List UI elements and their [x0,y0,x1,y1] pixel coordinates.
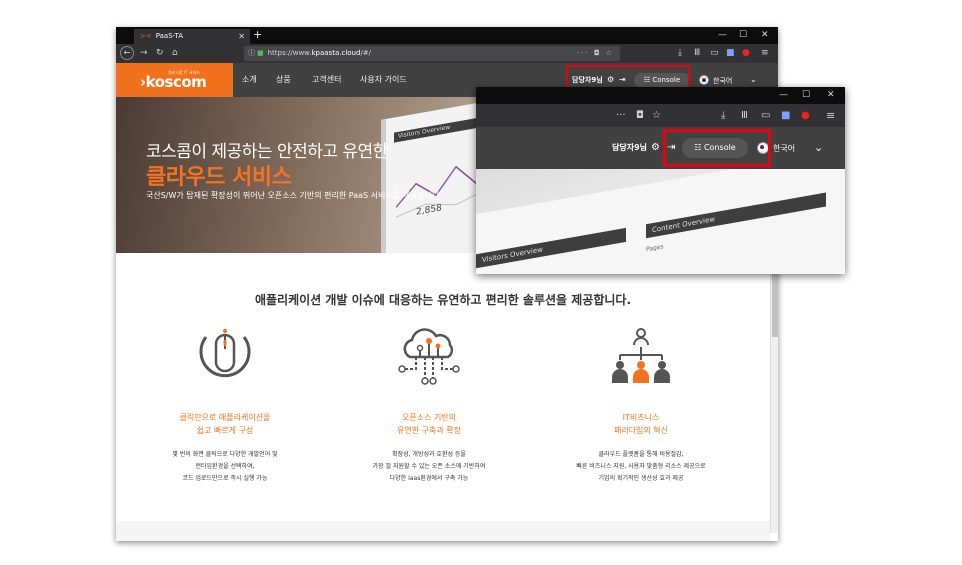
url-prefix: https://www. [267,49,312,57]
language-selector[interactable]: 한국어 [713,76,732,86]
feature-title-line2: 쉽고 빠르게 구성 [196,426,254,435]
feature-desc-line: 런타임환경을 선택하여, [195,463,255,470]
nav-item-support[interactable]: 고객센터 [312,63,341,97]
back-icon[interactable]: ← [120,46,134,60]
mouse-icon [199,329,251,378]
inset-page-actions-icon[interactable]: ··· [616,106,626,125]
inset-adblock-icon[interactable]: ● [801,106,810,125]
feature-desc-line: 몇 번의 화면 클릭으로 다양한 개발언어 및 [172,451,278,458]
inset-user-name[interactable]: 담당자9님 [612,127,647,169]
url-path: /#/ [360,49,372,57]
inset-chevron-down-icon[interactable]: ⌄ [814,127,823,169]
feature-desc-line: 클라우드 플랫폼을 통해 비용절감, [598,451,684,458]
sidebar-icon[interactable]: ▭ [710,44,719,63]
section-tagline: 애플리케이션 개발 이슈에 대응하는 유연하고 편리한 솔루션을 제공합니다. [254,293,632,307]
forward-icon[interactable]: → [140,44,148,63]
feature-desc-line: 다양한 Iaas환경에서 구축 가능 [389,475,469,482]
feature-open-source: 오픈소스 기반의유연한 구축과 확장 확장성, 개방성과 호환성 등을가장 잘 … [320,327,538,485]
menu-icon[interactable]: ≡ [761,44,769,63]
adblock-icon[interactable]: ● [742,44,750,63]
feature-title-line2: 패러다임의 혁신 [613,426,669,435]
feature-desc-line: 빠른 비즈니스 지원, 사용자 맞춤형 리소스 제공으로 [576,463,706,470]
page-actions-icon[interactable]: ··· [577,49,590,57]
inset-site-header: 담당자9님 ⚙ ⇥ ☷ Console 한국어 ⌄ [476,127,845,169]
feature-desc-line: 코드 업로드만으로 즉시 실행 가능 [182,475,268,482]
feature-desc-line: 확장성, 개방성과 호환성 등을 [392,451,466,458]
business-hierarchy-icon [612,328,670,383]
tab-title: PaaS-TA [155,32,184,40]
downloads-icon[interactable]: ⤓ [678,44,682,63]
inset-pocket-icon[interactable]: ◘ [636,106,644,125]
feature-desc-line: 기업의 획기적인 생산성 효과 제공 [598,475,684,482]
nav-item-about[interactable]: 소개 [242,63,257,97]
page-footer-strip [116,521,770,541]
inset-screen-pages-label: Pages [646,243,664,254]
inset-bookmark-star-icon[interactable]: ☆ [652,106,661,125]
inset-sidebar-icon[interactable]: ▭ [761,106,770,125]
hero-subtext: 국산S/W가 탑재된 확장성이 뛰어난 오픈소스 기반의 편리한 PaaS 서비… [146,191,440,200]
feature-title-line1: 오픈소스 기반의 [401,413,457,422]
new-tab-icon[interactable]: + [253,28,262,41]
page-scrollbar[interactable] [770,253,778,533]
paas-favicon-icon: >< [140,32,152,40]
url-bar[interactable]: ⓘ ■ https://www.kpaasta.cloud/#/ ··· ◘ ☆ [244,46,620,61]
inset-title-bar: — ☐ ✕ [476,87,845,104]
info-icon[interactable]: ⓘ [248,49,255,57]
reload-icon[interactable]: ↻ [156,44,164,63]
inset-screen-label: Content Overview [646,192,826,239]
logo-text: ›koscom [140,73,207,91]
library-icon[interactable]: Ⅲ [694,44,700,63]
inset-maximize-icon[interactable]: ☐ [802,87,810,104]
nav-item-products[interactable]: 상품 [276,63,291,97]
inset-menu-icon[interactable]: ≡ [826,106,835,125]
inset-language-selector[interactable]: 한국어 [773,143,795,154]
tab-close-icon[interactable]: ✕ [238,29,245,44]
lock-icon: ■ [257,49,264,57]
inset-toolbar: ··· ◘ ☆ ⤓ Ⅲ ▭ ■ ● ≡ [476,104,845,127]
url-host: kpaasta.cloud [311,49,361,57]
inset-close-icon[interactable]: ✕ [827,87,835,104]
hero-title: 클라우드 서비스 [146,165,292,190]
inset-extension-icon[interactable]: ■ [781,106,790,125]
inset-downloads-icon[interactable]: ⤓ [721,106,725,125]
bookmark-star-icon[interactable]: ☆ [606,49,614,57]
browser-tab[interactable]: >< PaaS-TA ✕ [134,29,250,44]
home-icon[interactable]: ⌂ [172,44,178,63]
feature-desc-line: 가장 잘 지원할 수 있는 오픈 소스에 기반하여 [372,463,486,470]
maximize-icon[interactable]: ☐ [739,27,747,44]
inset-screen-image: Visitors Overview Content Overview Pages [476,169,845,274]
navigation-toolbar: ← → ↻ ⌂ ⓘ ■ https://www.kpaasta.cloud/#/ ·… [116,44,778,63]
inset-minimize-icon[interactable]: — [779,87,788,104]
feature-title-line1: 클릭만으로 애플리케이션을 [179,413,271,422]
feature-it-business: IT비즈니스패러다임의 혁신 클라우드 플랫폼을 통해 비용절감, 빠른 비즈니스… [532,327,750,485]
extension-icon[interactable]: ■ [726,44,735,63]
zoomed-inset-window: — ☐ ✕ ··· ◘ ☆ ⤓ Ⅲ ▭ ■ ● ≡ 담당자9님 ⚙ ⇥ ☷ Co… [476,87,845,274]
korea-flag-icon [699,75,709,85]
window-close-icon[interactable]: ✕ [761,27,769,44]
pocket-icon[interactable]: ◘ [594,49,602,57]
feature-title-line1: IT비즈니스 [622,413,660,422]
cloud-network-icon [398,328,460,385]
inset-highlight-box [663,129,771,167]
feature-click-deploy: 클릭만으로 애플리케이션을쉽고 빠르게 구성 몇 번의 화면 클릭으로 다양한 … [116,327,334,485]
inset-library-icon[interactable]: Ⅲ [741,106,748,125]
minimize-icon[interactable]: — [718,27,727,44]
inset-settings-gear-icon[interactable]: ⚙ [651,127,660,169]
koscom-logo[interactable]: 자본시장 IT 서비스 ›koscom [116,63,233,97]
feature-title-line2: 유연한 구축과 확장 [397,426,461,435]
nav-item-user-guide[interactable]: 사용자 가이드 [360,63,407,97]
inset-hero-image: Visitors Overview Content Overview Pages [476,169,845,274]
tab-bar: >< PaaS-TA ✕ + — ☐ ✕ [116,27,778,44]
